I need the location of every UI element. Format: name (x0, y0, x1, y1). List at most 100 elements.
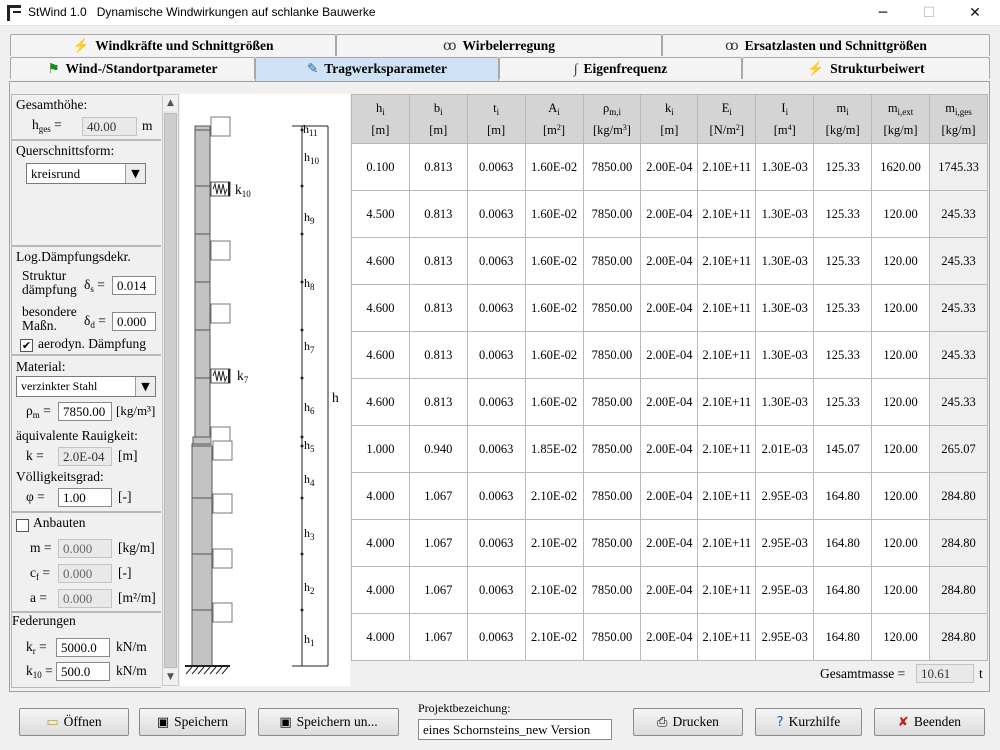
table-cell[interactable]: 125.33 (813, 143, 873, 191)
table-cell[interactable]: 0.0063 (466, 613, 526, 661)
table-cell[interactable]: 125.33 (813, 378, 873, 426)
aerodyn-checkbox[interactable]: ✔ (20, 339, 33, 352)
table-cell[interactable]: 4.000 (351, 519, 410, 567)
table-cell[interactable]: 145.07 (813, 425, 873, 473)
table-cell[interactable]: 245.33 (929, 237, 988, 285)
print-button[interactable]: ⎙ Drucken (633, 708, 743, 736)
table-cell[interactable]: 7850.00 (582, 519, 642, 567)
table-cell[interactable]: 2.10E+11 (697, 613, 757, 661)
table-cell[interactable]: 245.33 (929, 331, 988, 379)
table-cell[interactable]: 2.95E-03 (755, 613, 815, 661)
table-cell[interactable]: 120.00 (871, 566, 931, 614)
table-cell[interactable]: 2.10E-02 (524, 472, 584, 520)
table-cell[interactable]: 2.01E-03 (755, 425, 815, 473)
table-cell[interactable]: 245.33 (929, 284, 988, 332)
scroll-down-icon[interactable]: ▼ (163, 669, 178, 685)
table-cell[interactable]: 1620.00 (871, 143, 931, 191)
table-cell[interactable]: 1.30E-03 (755, 284, 815, 332)
table-cell[interactable]: 4.600 (351, 284, 410, 332)
table-cell[interactable]: 0.813 (408, 378, 468, 426)
open-button[interactable]: ▭ Öffnen (19, 708, 129, 736)
table-cell[interactable]: 245.33 (929, 190, 988, 238)
table-cell[interactable]: 4.600 (351, 237, 410, 285)
table-cell[interactable]: 125.33 (813, 331, 873, 379)
table-cell[interactable]: 164.80 (813, 566, 873, 614)
table-cell[interactable]: 2.10E-02 (524, 566, 584, 614)
table-cell[interactable]: 4.000 (351, 472, 410, 520)
table-cell[interactable]: 0.813 (408, 284, 468, 332)
tab-windkraefte[interactable]: ⚡ Windkräfte und Schnittgrößen (10, 34, 336, 56)
table-cell[interactable]: 1.067 (408, 472, 468, 520)
table-cell[interactable]: 2.10E+11 (697, 331, 757, 379)
kr-input[interactable]: 5000.0 (56, 638, 110, 657)
tab-ersatzlasten[interactable]: ꝏ Ersatzlasten und Schnittgrößen (662, 34, 990, 56)
maximize-button[interactable]: ☐ (906, 0, 952, 26)
table-cell[interactable]: 7850.00 (582, 190, 642, 238)
table-cell[interactable]: 4.600 (351, 378, 410, 426)
table-cell[interactable]: 284.80 (929, 613, 988, 661)
table-cell[interactable]: 7850.00 (582, 425, 642, 473)
table-cell[interactable]: 0.100 (351, 143, 410, 191)
table-cell[interactable]: 0.0063 (466, 425, 526, 473)
table-cell[interactable]: 2.00E-04 (640, 143, 699, 191)
table-cell[interactable]: 0.0063 (466, 190, 526, 238)
table-cell[interactable]: 2.00E-04 (640, 425, 699, 473)
table-cell[interactable]: 4.600 (351, 331, 410, 379)
table-cell[interactable]: 1.60E-02 (524, 331, 584, 379)
table-cell[interactable]: 2.10E+11 (697, 284, 757, 332)
table-cell[interactable]: 7850.00 (582, 331, 642, 379)
table-cell[interactable]: 1.60E-02 (524, 284, 584, 332)
querschnitt-select[interactable]: kreisrund ▼ (26, 163, 146, 184)
table-cell[interactable]: 4.000 (351, 566, 410, 614)
table-cell[interactable]: 120.00 (871, 331, 931, 379)
table-cell[interactable]: 7850.00 (582, 284, 642, 332)
table-cell[interactable]: 164.80 (813, 472, 873, 520)
quit-button[interactable]: ✘ Beenden (874, 708, 985, 736)
scroll-thumb[interactable] (164, 113, 177, 668)
table-cell[interactable]: 125.33 (813, 190, 873, 238)
scroll-up-icon[interactable]: ▲ (163, 95, 178, 111)
table-cell[interactable]: 1745.33 (929, 143, 988, 191)
table-cell[interactable]: 0.0063 (466, 378, 526, 426)
save-button[interactable]: ▣ Speichern (139, 708, 246, 736)
table-cell[interactable]: 0.0063 (466, 143, 526, 191)
table-cell[interactable]: 4.500 (351, 190, 410, 238)
table-cell[interactable]: 7850.00 (582, 143, 642, 191)
table-cell[interactable]: 1.30E-03 (755, 237, 815, 285)
table-cell[interactable]: 0.0063 (466, 284, 526, 332)
tab-eigenfrequenz[interactable]: ∫ Eigenfrequenz (499, 57, 742, 79)
table-cell[interactable]: 125.33 (813, 284, 873, 332)
delta-d-input[interactable]: 0.000 (112, 312, 156, 331)
table-cell[interactable]: 1.30E-03 (755, 378, 815, 426)
tab-strukturbeiwert[interactable]: ⚡ Strukturbeiwert (742, 57, 990, 79)
table-cell[interactable]: 0.0063 (466, 566, 526, 614)
table-cell[interactable]: 7850.00 (582, 613, 642, 661)
table-cell[interactable]: 1.067 (408, 613, 468, 661)
table-cell[interactable]: 2.10E+11 (697, 425, 757, 473)
table-cell[interactable]: 2.95E-03 (755, 519, 815, 567)
minimize-button[interactable]: ─ (860, 0, 906, 26)
table-cell[interactable]: 0.0063 (466, 331, 526, 379)
table-cell[interactable]: 120.00 (871, 472, 931, 520)
table-cell[interactable]: 120.00 (871, 519, 931, 567)
table-cell[interactable]: 2.00E-04 (640, 378, 699, 426)
table-cell[interactable]: 0.813 (408, 331, 468, 379)
table-cell[interactable]: 164.80 (813, 613, 873, 661)
table-cell[interactable]: 265.07 (929, 425, 988, 473)
table-cell[interactable]: 245.33 (929, 378, 988, 426)
table-cell[interactable]: 2.00E-04 (640, 566, 699, 614)
table-cell[interactable]: 4.000 (351, 613, 410, 661)
table-cell[interactable]: 2.10E-02 (524, 519, 584, 567)
table-cell[interactable]: 125.33 (813, 237, 873, 285)
table-cell[interactable]: 0.0063 (466, 519, 526, 567)
table-cell[interactable]: 284.80 (929, 519, 988, 567)
rho-input[interactable]: 7850.00 (58, 402, 112, 421)
table-cell[interactable]: 2.10E+11 (697, 237, 757, 285)
table-cell[interactable]: 120.00 (871, 284, 931, 332)
delta-s-input[interactable]: 0.014 (112, 276, 156, 295)
table-cell[interactable]: 284.80 (929, 472, 988, 520)
table-cell[interactable]: 7850.00 (582, 472, 642, 520)
project-input[interactable]: eines Schornsteins_new Version (418, 719, 612, 740)
table-cell[interactable]: 2.10E+11 (697, 143, 757, 191)
table-cell[interactable]: 2.95E-03 (755, 472, 815, 520)
